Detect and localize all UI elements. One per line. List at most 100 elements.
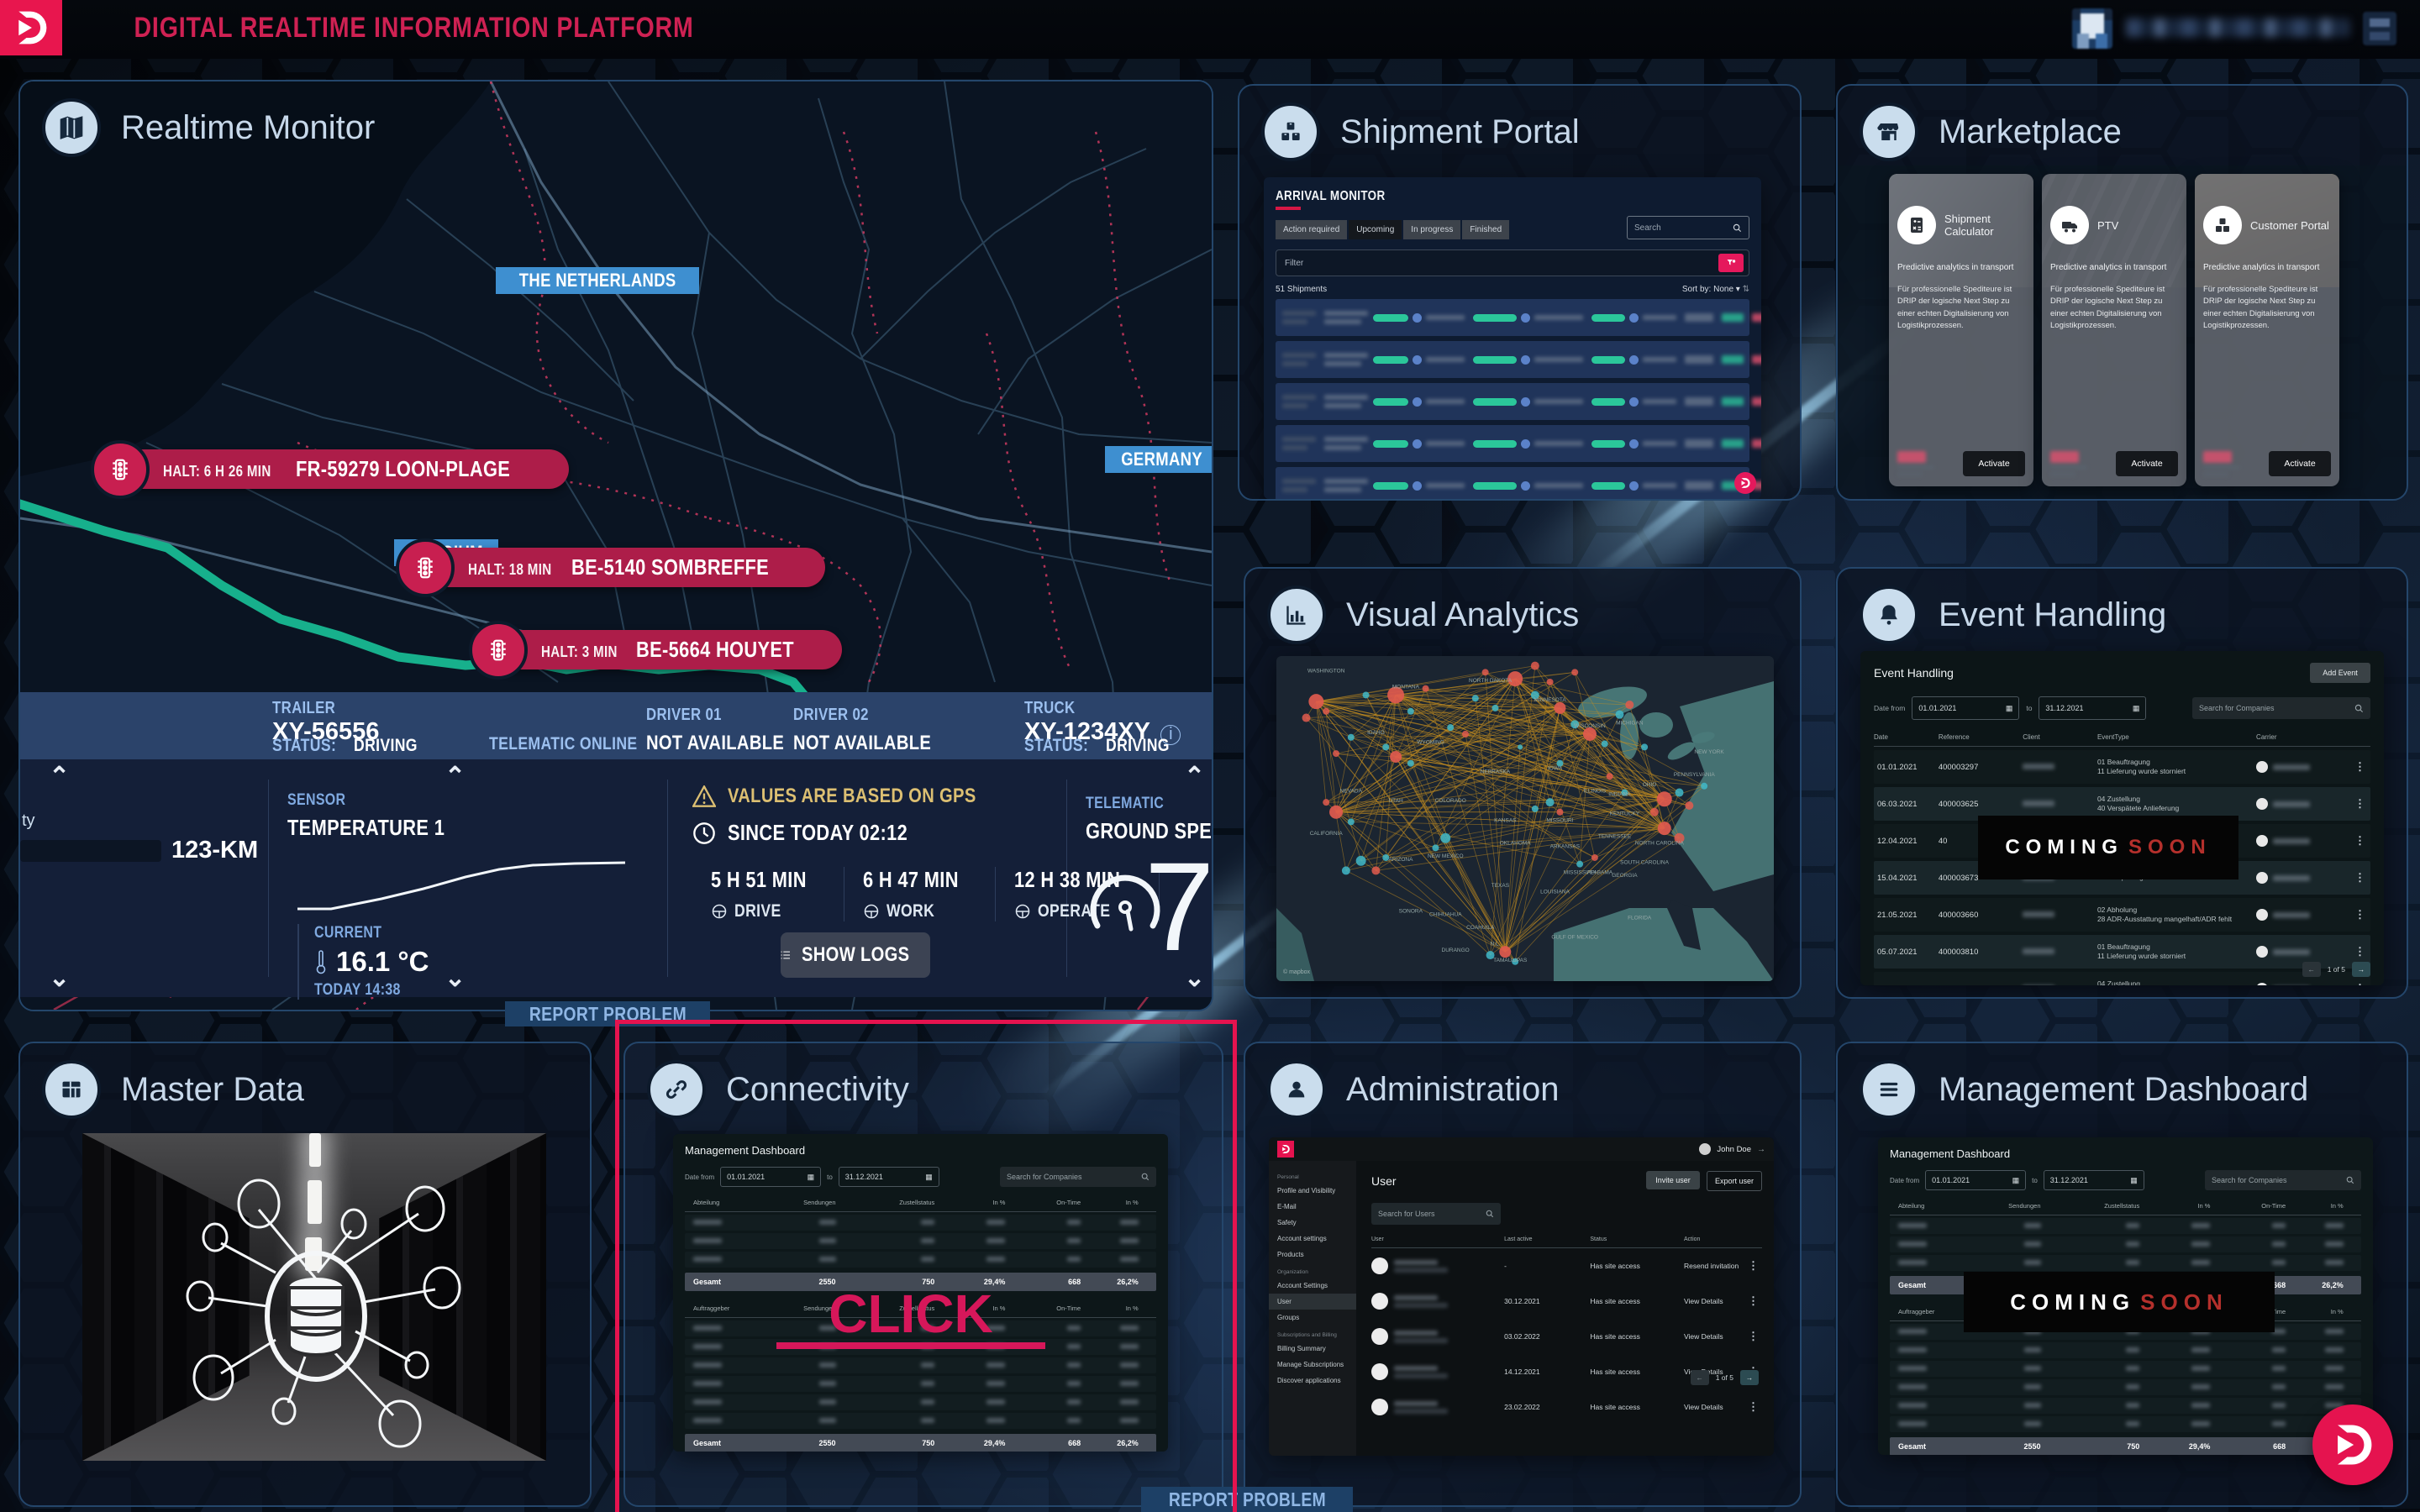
chevron-down-icon[interactable]: ⌄ [49,966,70,991]
kebab-menu-icon[interactable]: ⋮ [2354,908,2365,921]
sidebar-item[interactable]: Products [1269,1247,1356,1263]
user-avatar[interactable] [2072,8,2112,49]
tile-visual-analytics[interactable]: Visual Analytics WASHINGTON MONTANA NORTH [1244,567,1802,999]
shipment-row[interactable]: ⚠ ⋮ [1276,383,1761,420]
table-row-blurred[interactable] [685,1252,1156,1268]
sidebar-item[interactable]: Safety [1269,1215,1356,1231]
shipment-tab[interactable]: In progress [1403,220,1461,239]
event-row[interactable]: 21.05.2021 400003660 02 Abholung 28 ADR-A… [1874,898,2370,932]
user-row[interactable]: 03.02.2022 Has site access View Details ⋮ [1371,1319,1762,1354]
table-row-blurred[interactable] [1890,1236,2361,1252]
report-problem-button[interactable]: REPORT PROBLEM [1141,1487,1353,1512]
kebab-menu-icon[interactable]: ⋮ [2354,760,2365,774]
table-row-blurred[interactable] [685,1215,1156,1231]
chevron-down-icon[interactable]: ⌄ [445,966,466,991]
show-logs-button[interactable]: SHOW LOGS [781,932,930,978]
prev-page-button[interactable]: ← [1690,1370,1709,1385]
prev-page-button[interactable]: ← [2302,962,2321,977]
date-from-input[interactable]: 01.01.2021 ▦ [1925,1170,2027,1190]
activate-button[interactable]: Activate [2269,451,2331,476]
event-row[interactable]: 09.09.2021 400003159 04 Zustellung40 Ver… [1874,972,2370,985]
table-row-blurred[interactable] [1890,1416,2361,1432]
click-callout[interactable]: CLICK [776,1287,1045,1349]
event-handling-screenshot[interactable]: Event Handling Add Event Date from 01.01… [1860,651,2384,985]
user-row[interactable]: 23.02.2022 Has site access View Details ⋮ [1371,1389,1762,1425]
tile-master-data[interactable]: Master Data [18,1042,592,1507]
shipment-fab-logo[interactable] [1734,472,1756,494]
sidebar-item[interactable]: Profile and Visibility [1269,1183,1356,1199]
activate-button[interactable]: Activate [2116,451,2178,476]
marketplace-card[interactable]: PTV Predictive analytics in transport Für … [2042,174,2186,486]
kebab-menu-icon[interactable]: ⋮ [2354,871,2365,885]
event-row[interactable]: 01.01.2021 400003297 01 Beauftragung 11 L… [1874,750,2370,784]
date-from-input[interactable]: 01.01.2021 ▦ [1912,696,2020,720]
table-row-blurred[interactable] [1890,1255,2361,1271]
invite-user-button[interactable]: Invite user [1646,1171,1700,1189]
sidebar-item[interactable]: Groups [1269,1310,1356,1326]
shipment-row[interactable]: ⚠ ⋮ [1276,467,1761,499]
tile-shipment-portal[interactable]: Shipment Portal ARRIVAL MONITOR Action r… [1238,84,1802,501]
table-row-blurred[interactable] [685,1233,1156,1249]
sidebar-item[interactable]: E-Mail [1269,1199,1356,1215]
company-search-input[interactable]: Search for Companies [2192,697,2370,719]
logout-arrow-icon[interactable]: → [1757,1145,1765,1154]
shipment-tab[interactable]: Upcoming [1349,220,1402,239]
administration-screenshot[interactable]: John Doe → Personal Profile and Visibili… [1269,1137,1774,1456]
export-user-button[interactable]: Export user [1707,1171,1762,1191]
kebab-menu-icon[interactable]: ⋮ [1748,1294,1759,1308]
table-row-blurred[interactable] [685,1376,1156,1392]
user-row[interactable]: 30.12.2021 Has site access View Details ⋮ [1371,1284,1762,1319]
tile-marketplace[interactable]: Marketplace Shipment Calculator Predictiv… [1836,84,2408,501]
tile-realtime-monitor[interactable]: THE NETHERLANDS BELGIUM GERMANY HALT: 6 … [18,80,1213,1011]
kebab-menu-icon[interactable]: ⋮ [2354,797,2365,811]
date-to-input[interactable]: 31.12.2021 ▦ [2043,1170,2144,1190]
brand-logo[interactable] [0,0,62,55]
search-input[interactable]: Search [1627,216,1749,239]
shipment-tab[interactable]: Finished [1462,220,1510,239]
header-menu-pixelated[interactable] [2363,12,2396,45]
table-row-blurred[interactable] [1890,1398,2361,1414]
filter-button[interactable] [1718,254,1744,272]
chevron-up-icon[interactable]: ⌃ [445,764,466,790]
kebab-menu-icon[interactable]: ⋮ [2354,945,2365,958]
sidebar-item[interactable]: User [1269,1294,1356,1310]
table-row-blurred[interactable] [685,1413,1156,1429]
shipment-row[interactable]: ⚠ ⋮ [1276,341,1761,378]
activate-button[interactable]: Activate [1963,451,2025,476]
brand-fab-button[interactable] [2312,1404,2393,1485]
report-problem-button[interactable]: REPORT PROBLEM [505,1001,710,1026]
halt-badge-loon-plage[interactable]: HALT: 6 H 26 MIN FR-59279 LOON-PLAGE [91,439,570,499]
shipment-tab[interactable]: Action required [1276,220,1348,239]
date-from-input[interactable]: 01.01.2021 ▦ [720,1167,822,1187]
chevron-up-icon[interactable]: ⌃ [49,764,70,790]
sidebar-item[interactable]: Account settings [1269,1231,1356,1247]
shipment-row[interactable]: ⚠ ⋮ [1276,425,1761,462]
event-row[interactable]: 05.07.2021 400003810 01 Beauftragung 11 L… [1874,935,2370,969]
shipment-row[interactable]: ⚠ ⋮ [1276,299,1761,336]
tile-connectivity[interactable]: Connectivity Management Dashboard Date fr… [623,1042,1223,1507]
table-row-blurred[interactable] [685,1357,1156,1373]
marketplace-card[interactable]: Customer Portal Predictive analytics in t… [2195,174,2339,486]
sidebar-item[interactable]: Discover applications [1269,1373,1356,1389]
tile-administration[interactable]: Administration John Doe → Personal Profi… [1244,1042,1802,1507]
sidebar-item[interactable]: Manage Subscriptions [1269,1357,1356,1373]
us-network-map-screenshot[interactable]: WASHINGTON MONTANA NORTH DAKOTA MINNESOTA WI… [1276,656,1774,981]
kebab-menu-icon[interactable]: ⋮ [1748,1330,1759,1343]
sidebar-item[interactable]: Billing Summary [1269,1341,1356,1357]
table-row-blurred[interactable] [1890,1342,2361,1358]
chevron-up-icon[interactable]: ⌃ [1184,764,1205,790]
arrival-monitor-screenshot[interactable]: ARRIVAL MONITOR Action required Upcoming I… [1264,177,1761,499]
table-row-blurred[interactable] [1890,1379,2361,1395]
table-row-blurred[interactable] [685,1394,1156,1410]
user-row[interactable]: - Has site access Resend invitation ⋮ [1371,1248,1762,1284]
tile-event-handling[interactable]: Event Handling Event Handling Add Event … [1836,567,2408,999]
date-to-input[interactable]: 31.12.2021 ▦ [838,1167,939,1187]
next-page-button[interactable]: → [1740,1370,1759,1385]
table-row-blurred[interactable] [1890,1361,2361,1377]
next-page-button[interactable]: → [2352,962,2370,977]
kebab-menu-icon[interactable]: ⋮ [2354,834,2365,848]
date-to-input[interactable]: 31.12.2021 ▦ [2039,696,2147,720]
add-event-button[interactable]: Add Event [2310,663,2370,683]
company-search-input[interactable]: Search for Companies [2205,1170,2361,1190]
user-search-input[interactable]: Search for Users [1371,1203,1501,1225]
